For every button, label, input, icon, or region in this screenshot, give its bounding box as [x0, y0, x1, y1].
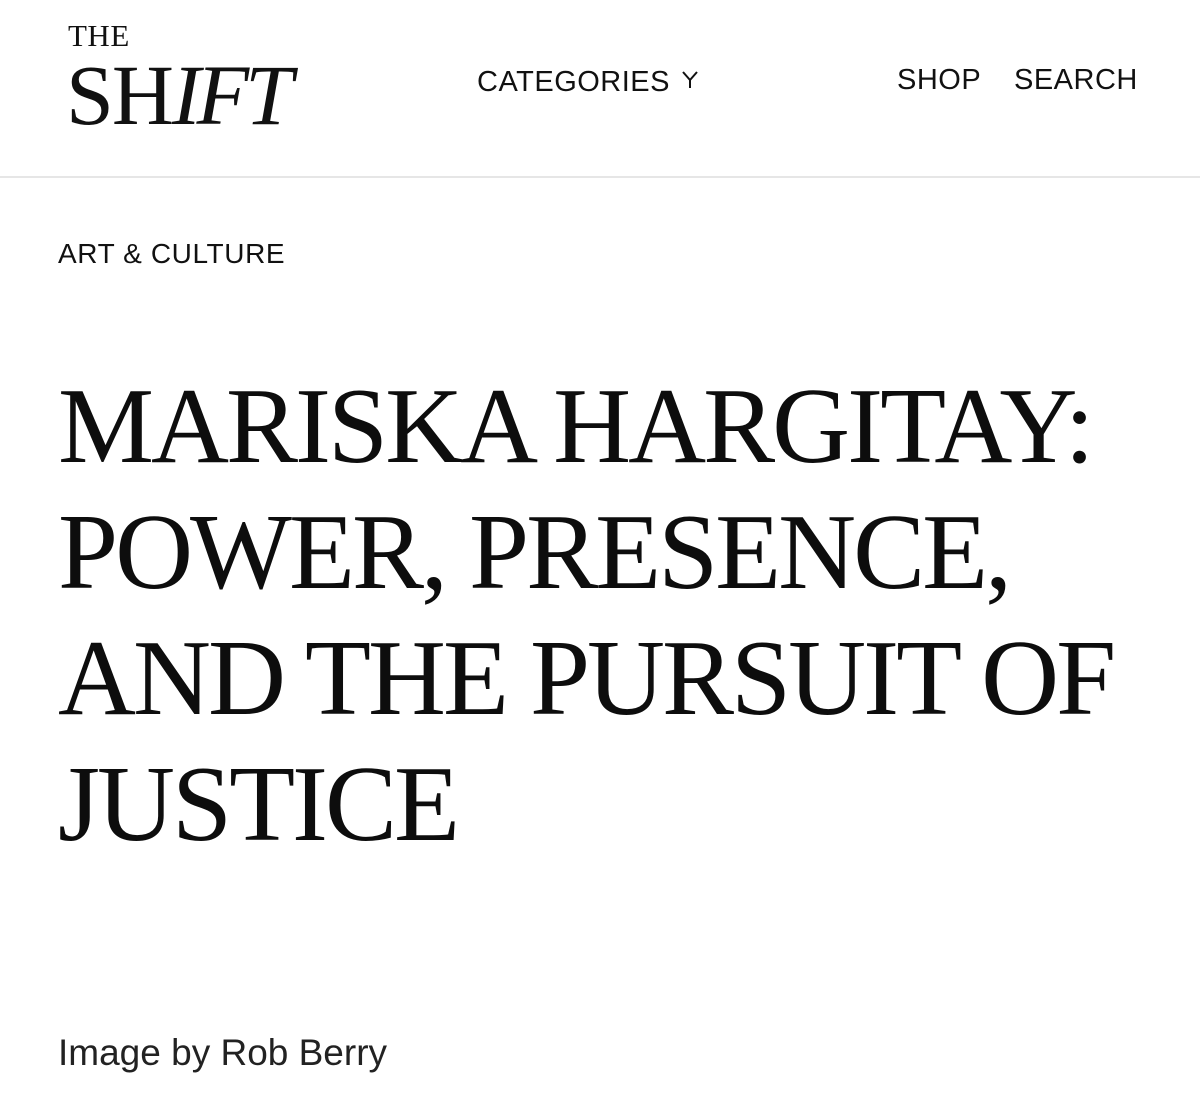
- image-credit: Image by Rob Berry: [58, 1032, 388, 1073]
- site-header: THE SHIFT CATEGORIES SHOP SEARCH: [0, 0, 1200, 178]
- article-category[interactable]: ART & CULTURE: [58, 236, 285, 272]
- site-logo[interactable]: THE SHIFT: [66, 18, 336, 148]
- chevron-down-icon: [682, 62, 698, 88]
- logo-italic-text: IFT: [171, 47, 293, 143]
- logo-upright-text: SH: [66, 47, 174, 143]
- nav-search[interactable]: SEARCH: [1014, 62, 1138, 98]
- nav-categories-label: CATEGORIES: [477, 66, 670, 98]
- article-title: MARISKA HARGITAY: POWER, PRESENCE, AND T…: [58, 367, 1116, 864]
- logo-wordmark: SHIFT: [66, 47, 293, 143]
- nav-shop[interactable]: SHOP: [897, 62, 981, 98]
- nav-categories[interactable]: CATEGORIES: [477, 62, 698, 100]
